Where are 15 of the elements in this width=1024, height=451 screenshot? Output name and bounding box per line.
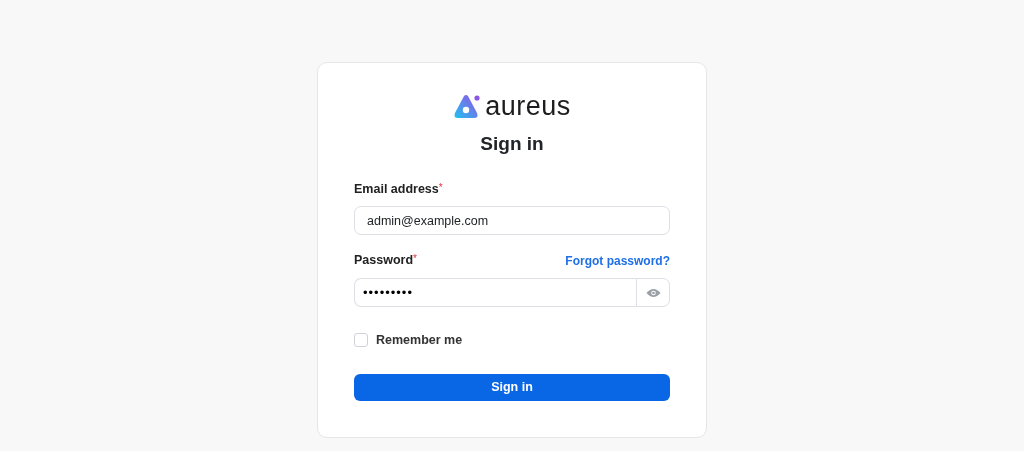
password-field[interactable]: ••••••••• xyxy=(354,278,636,307)
remember-checkbox[interactable] xyxy=(354,333,368,348)
required-mark: * xyxy=(413,252,417,267)
field-label: Password xyxy=(354,252,414,270)
email-field[interactable]: admin@example.com xyxy=(354,206,670,236)
sign-in-button[interactable]: Sign in xyxy=(354,373,670,401)
page-title: Sign in xyxy=(479,132,545,156)
forgot-password-link[interactable]: Forgot password? xyxy=(565,252,670,270)
field-label: Email address xyxy=(354,180,439,198)
required-mark: * xyxy=(438,180,443,195)
logo-text: aureus xyxy=(485,93,571,120)
logo-icon xyxy=(453,93,482,120)
eye-icon xyxy=(645,287,661,298)
show-password-button[interactable] xyxy=(636,278,670,307)
checkbox-label: Remember me xyxy=(376,332,463,349)
